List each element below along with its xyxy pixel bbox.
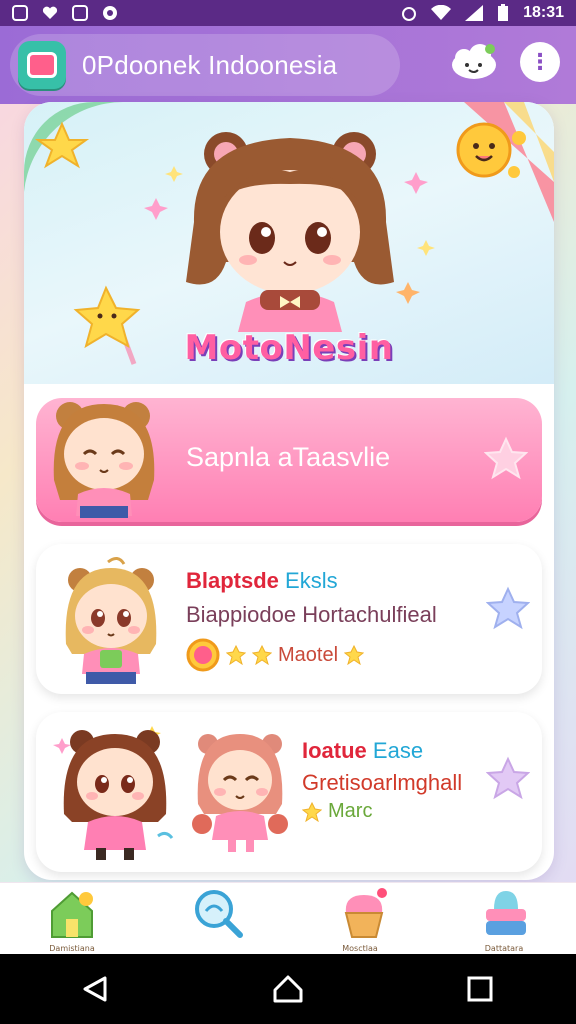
list-item[interactable]: Ioatue Ease Gretisoarlmghall Marc [36, 712, 542, 872]
app-icon [12, 5, 28, 21]
grid-icon [72, 5, 88, 21]
signal-icon [465, 5, 484, 21]
alarm-icon [402, 7, 417, 21]
app-bar: 0Pdoonek Indoonesia ⋮ [0, 26, 576, 104]
house-icon [51, 891, 93, 938]
star-icon [344, 645, 365, 665]
app-title: 0Pdoonek Indoonesia [82, 49, 338, 80]
bottom-nav: Damistiana Mosctlaa Dattatara [0, 882, 576, 955]
back-button[interactable] [66, 959, 126, 1019]
item-title-primary: Blaptsde [186, 568, 279, 593]
cupcake-icon [344, 888, 387, 938]
home-button[interactable] [258, 959, 318, 1019]
app-logo-icon[interactable] [18, 41, 66, 89]
nav-label: Mosctlaa [342, 944, 378, 953]
system-nav-bar [0, 954, 576, 1024]
search-icon [195, 890, 243, 938]
star-icon [226, 645, 246, 665]
item-subtitle: Biappiodoe Hortachulfieal [186, 602, 437, 627]
wifi-icon [431, 5, 452, 20]
item-meta-label: Marc [328, 800, 373, 822]
nav-label: Damistiana [49, 944, 95, 953]
item-title: Blaptsde Eksls [186, 568, 338, 594]
avatar [53, 726, 174, 860]
hero-banner[interactable]: MotoNesin [24, 102, 554, 384]
star-icon [302, 801, 322, 822]
home-icon [273, 975, 303, 1003]
cloud-smile-icon[interactable] [450, 43, 498, 81]
more-vert-icon[interactable]: ⋮ [520, 42, 560, 82]
star-icon[interactable] [484, 436, 528, 480]
hero-label: MotoNesin [184, 328, 394, 368]
recents-icon [467, 976, 493, 1002]
hero-character [186, 132, 394, 332]
item-subtitle: Gretisoarlmghall [302, 770, 463, 795]
item-title-secondary: Eksls [285, 568, 338, 593]
nav-item-home[interactable]: Damistiana [27, 883, 117, 955]
sun-icon [456, 122, 526, 178]
favorite-star-icon[interactable] [486, 586, 530, 630]
list-item-featured[interactable]: Sapnla aTaasvlie [36, 398, 542, 522]
status-right-icons: 18:31 [401, 4, 564, 22]
item-title-primary: Ioatue [302, 738, 367, 763]
nav-label: Dattatara [484, 944, 524, 953]
item-meta-label: Maotel [278, 643, 339, 666]
settings-icon [103, 6, 117, 20]
avatar [65, 557, 157, 684]
battery-icon [498, 4, 509, 21]
list-item[interactable]: Blaptsde Eksls Biappiodoe Hortachulfieal… [36, 544, 542, 694]
cake-icon [486, 891, 526, 935]
item-title-secondary: Ease [372, 738, 424, 763]
nav-item-search[interactable] [171, 883, 261, 955]
item-title: Ioatue Ease [302, 738, 423, 764]
avatar [53, 402, 155, 518]
back-icon [83, 976, 107, 1002]
nav-item-treats[interactable]: Mosctlaa [315, 883, 405, 955]
coin-icon [186, 638, 220, 672]
item-meta: Marc [302, 800, 372, 823]
nav-item-cake[interactable]: Dattatara [459, 883, 549, 955]
heart-icon [42, 6, 58, 19]
main-card: MotoNesin Sapnla aTaasvlie Blaptsde Eksl… [24, 102, 554, 880]
star-icon [252, 645, 272, 665]
status-bar: 18:31 [0, 0, 576, 26]
featured-label: Sapnla aTaasvlie [186, 442, 391, 472]
status-left-icons [12, 5, 118, 21]
favorite-star-icon[interactable] [486, 756, 530, 800]
recents-button[interactable] [450, 959, 510, 1019]
app-bar-actions: ⋮ [450, 42, 560, 82]
item-meta: Maotel [186, 638, 365, 672]
status-time: 18:31 [523, 4, 564, 21]
avatar [192, 734, 288, 852]
